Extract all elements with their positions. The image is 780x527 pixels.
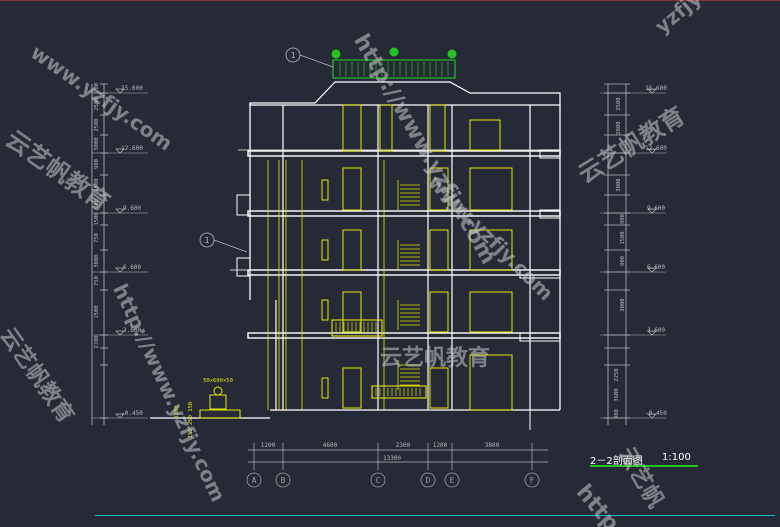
door-opening <box>429 229 449 271</box>
axis-label: F <box>530 476 535 485</box>
door-opening <box>429 104 446 152</box>
window <box>321 299 329 321</box>
door-opening <box>469 119 501 151</box>
left-elevation-label: 9.600 <box>123 205 141 212</box>
right-elevation-label: 15.600 <box>645 85 667 92</box>
roof-finial <box>447 49 457 59</box>
entry-pillar <box>209 394 227 410</box>
left-dim-value: 750 <box>94 233 100 243</box>
pillar-cap <box>213 386 223 396</box>
title-underline <box>590 465 698 467</box>
bottom-dim-value: 3800 <box>485 442 500 449</box>
section-drawing: 15.600 12.600 9.600 6.600 3.600 -0.450 900 2500… <box>91 47 667 488</box>
right-elevation-label: 6.600 <box>647 264 665 271</box>
right-dim-value: 900 <box>620 256 626 266</box>
left-dim-value: 2700 <box>94 335 100 348</box>
right-dim-value: 2500 <box>616 97 622 110</box>
left-dim-value: 900 <box>94 159 100 169</box>
door-opening <box>342 229 362 271</box>
left-dim-value: 3000 <box>94 137 100 150</box>
total-dim-value: 13300 <box>383 455 401 462</box>
bottom-dim-value: 1200 <box>261 442 276 449</box>
cad-drawing-canvas: 15.600 12.600 9.600 6.600 3.600 -0.450 900 2500… <box>0 0 780 527</box>
window <box>321 179 329 201</box>
left-dim-value: 1500 <box>94 178 100 191</box>
drawing-scale: 1:100 <box>662 452 691 463</box>
left-dim-value: 1500 <box>94 305 100 318</box>
right-dim-value: 3000 <box>616 178 622 191</box>
floor-slab <box>247 269 561 276</box>
bottom-dim-value: 2300 <box>396 442 411 449</box>
entry-detail-dim: 150 250 150 <box>188 402 194 438</box>
bottom-dim-value: 1200 <box>433 442 448 449</box>
left-dim-value: 750 <box>94 276 100 286</box>
left-dim-value: 900 <box>94 199 100 209</box>
left-elevation-label: 12.600 <box>121 145 143 152</box>
left-elevation-label: 15.600 <box>121 85 143 92</box>
axis-label: A <box>252 476 257 485</box>
left-dim-value: 2500 <box>94 118 100 131</box>
left-dim-value: 1500 <box>94 212 100 225</box>
section-marker-label: 1 <box>205 236 210 245</box>
door-opening <box>469 354 513 411</box>
right-dim-value: 2800 <box>616 121 622 134</box>
section-marker-leader <box>213 239 248 253</box>
entry-height-dim: 1200 <box>174 405 180 418</box>
roof-finial <box>331 49 341 59</box>
right-dim-value: 1500 <box>620 231 626 244</box>
entry-step <box>199 409 241 419</box>
building-section <box>150 47 561 430</box>
floor-slab <box>247 150 561 157</box>
roof-finial <box>389 47 399 57</box>
door-opening <box>429 291 449 333</box>
drawing-title-block: 2－2剖面图 1:100 <box>590 452 700 468</box>
window <box>321 239 329 261</box>
left-dim-value: 3000 <box>94 254 100 267</box>
left-elevation-label: -0.450 <box>121 410 143 417</box>
roof-outline <box>249 81 561 106</box>
axis-label: C <box>376 476 381 485</box>
right-elevation-label: 9.600 <box>647 205 665 212</box>
door-opening <box>342 367 362 409</box>
left-dim-value: 900 <box>94 83 100 93</box>
door-opening <box>469 291 513 333</box>
door-opening <box>342 104 362 152</box>
right-dim-value: 3000 <box>620 298 626 311</box>
floor-slab <box>247 332 561 339</box>
left-dim-value: 2500 <box>94 97 100 110</box>
axis-label: B <box>281 476 286 485</box>
frame-bottom-line <box>95 515 775 516</box>
left-elevation-label: 3.600 <box>123 327 141 334</box>
right-dim-value: 2250 <box>614 368 620 381</box>
section-marker-label: 1 <box>291 51 296 60</box>
right-elevation-label: 3.600 <box>647 327 665 334</box>
window <box>321 377 329 399</box>
axis-label: E <box>450 476 455 485</box>
door-opening <box>469 167 513 211</box>
door-opening <box>342 167 362 211</box>
right-elevation-label: -0.450 <box>645 410 667 417</box>
right-dim-value: 900 <box>620 214 626 224</box>
entry-width-dim: 50×600×50 <box>203 378 233 384</box>
right-dim-value: 3600 <box>614 388 620 401</box>
right-elevation-label: 12.600 <box>645 145 667 152</box>
door-opening <box>429 367 449 409</box>
door-opening <box>379 104 393 152</box>
annotation-layer: 1 1 50×600×50 1200 150 250 150 <box>174 47 334 438</box>
door-opening <box>429 167 449 211</box>
axis-label: D <box>426 476 431 485</box>
door-opening <box>469 229 513 271</box>
right-dim-value: 900 <box>614 409 620 419</box>
floor-slab <box>247 210 561 217</box>
left-elevation-label: 6.600 <box>123 264 141 271</box>
bottom-dim-value: 4600 <box>323 442 338 449</box>
section-marker-leader <box>299 54 334 68</box>
